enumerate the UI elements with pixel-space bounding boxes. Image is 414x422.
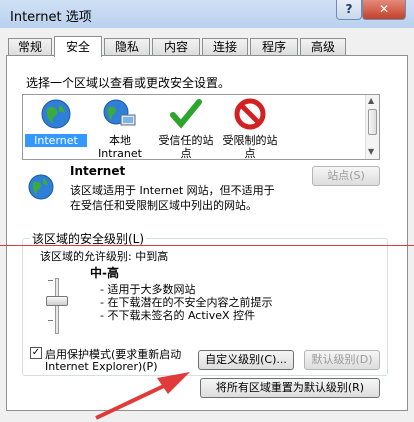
internet-options-dialog: Internet 选项 ? ✕ 常规 安全 隐私 内容 连接 程序 高级 选择一… [0, 0, 414, 422]
tab-security[interactable]: 安全 [54, 36, 102, 57]
annotation-arrow-icon [95, 372, 190, 420]
